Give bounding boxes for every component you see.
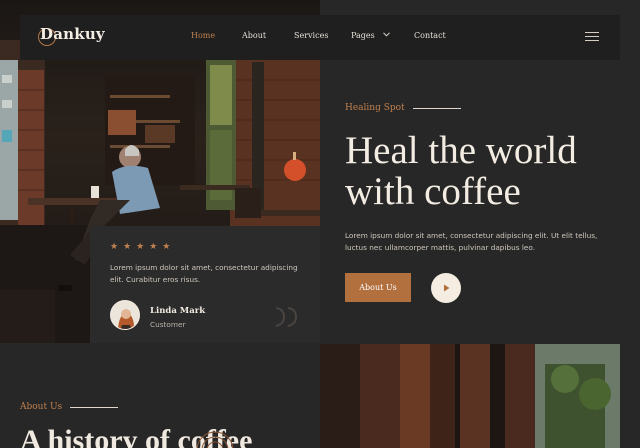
hamburger-icon[interactable]	[585, 32, 599, 42]
brand-name: Dankuy	[40, 25, 105, 43]
testimonial-role: Customer	[150, 320, 186, 329]
nav-about[interactable]: About	[242, 31, 266, 40]
hero-eyebrow-text: Healing Spot	[345, 103, 405, 113]
avatar	[110, 300, 140, 330]
about-cafe-photo	[320, 344, 620, 448]
eyebrow-divider	[412, 107, 461, 109]
nav-contact[interactable]: Contact	[414, 31, 446, 40]
testimonial-text: Lorem ipsum dolor sit amet, consectetur …	[110, 263, 298, 284]
nav-pages-label: Pages	[351, 31, 375, 40]
about-eyebrow-text: About Us	[20, 402, 63, 412]
hero-title-line-1: Heal the world	[345, 129, 577, 172]
rating-stars: ★★★★★	[110, 242, 176, 252]
about-eyebrow-divider	[70, 406, 119, 408]
hero-description: Lorem ipsum dolor sit amet, consectetur …	[345, 231, 598, 252]
hero-title: Heal the world with coffee	[345, 130, 625, 212]
coffee-swirl-icon	[196, 431, 234, 448]
about-us-button[interactable]: About Us	[345, 273, 411, 302]
about-eyebrow: About Us	[20, 402, 119, 412]
quote-icon	[275, 307, 298, 327]
brand-logo[interactable]: Dankuy	[38, 25, 105, 46]
hero-title-line-2: with coffee	[345, 170, 521, 213]
nav-pages[interactable]: Pages	[351, 31, 391, 40]
play-icon	[444, 284, 450, 292]
nav-home[interactable]: Home	[191, 31, 215, 40]
nav-services[interactable]: Services	[294, 31, 328, 40]
top-navbar: Dankuy Home About Services Pages Contact	[20, 15, 620, 60]
hero-eyebrow: Healing Spot	[345, 103, 461, 113]
chevron-down-icon	[383, 32, 391, 37]
testimonial-card: ★★★★★ Lorem ipsum dolor sit amet, consec…	[90, 226, 320, 343]
play-video-button[interactable]	[431, 273, 461, 303]
testimonial-name: Linda Mark	[150, 306, 206, 316]
